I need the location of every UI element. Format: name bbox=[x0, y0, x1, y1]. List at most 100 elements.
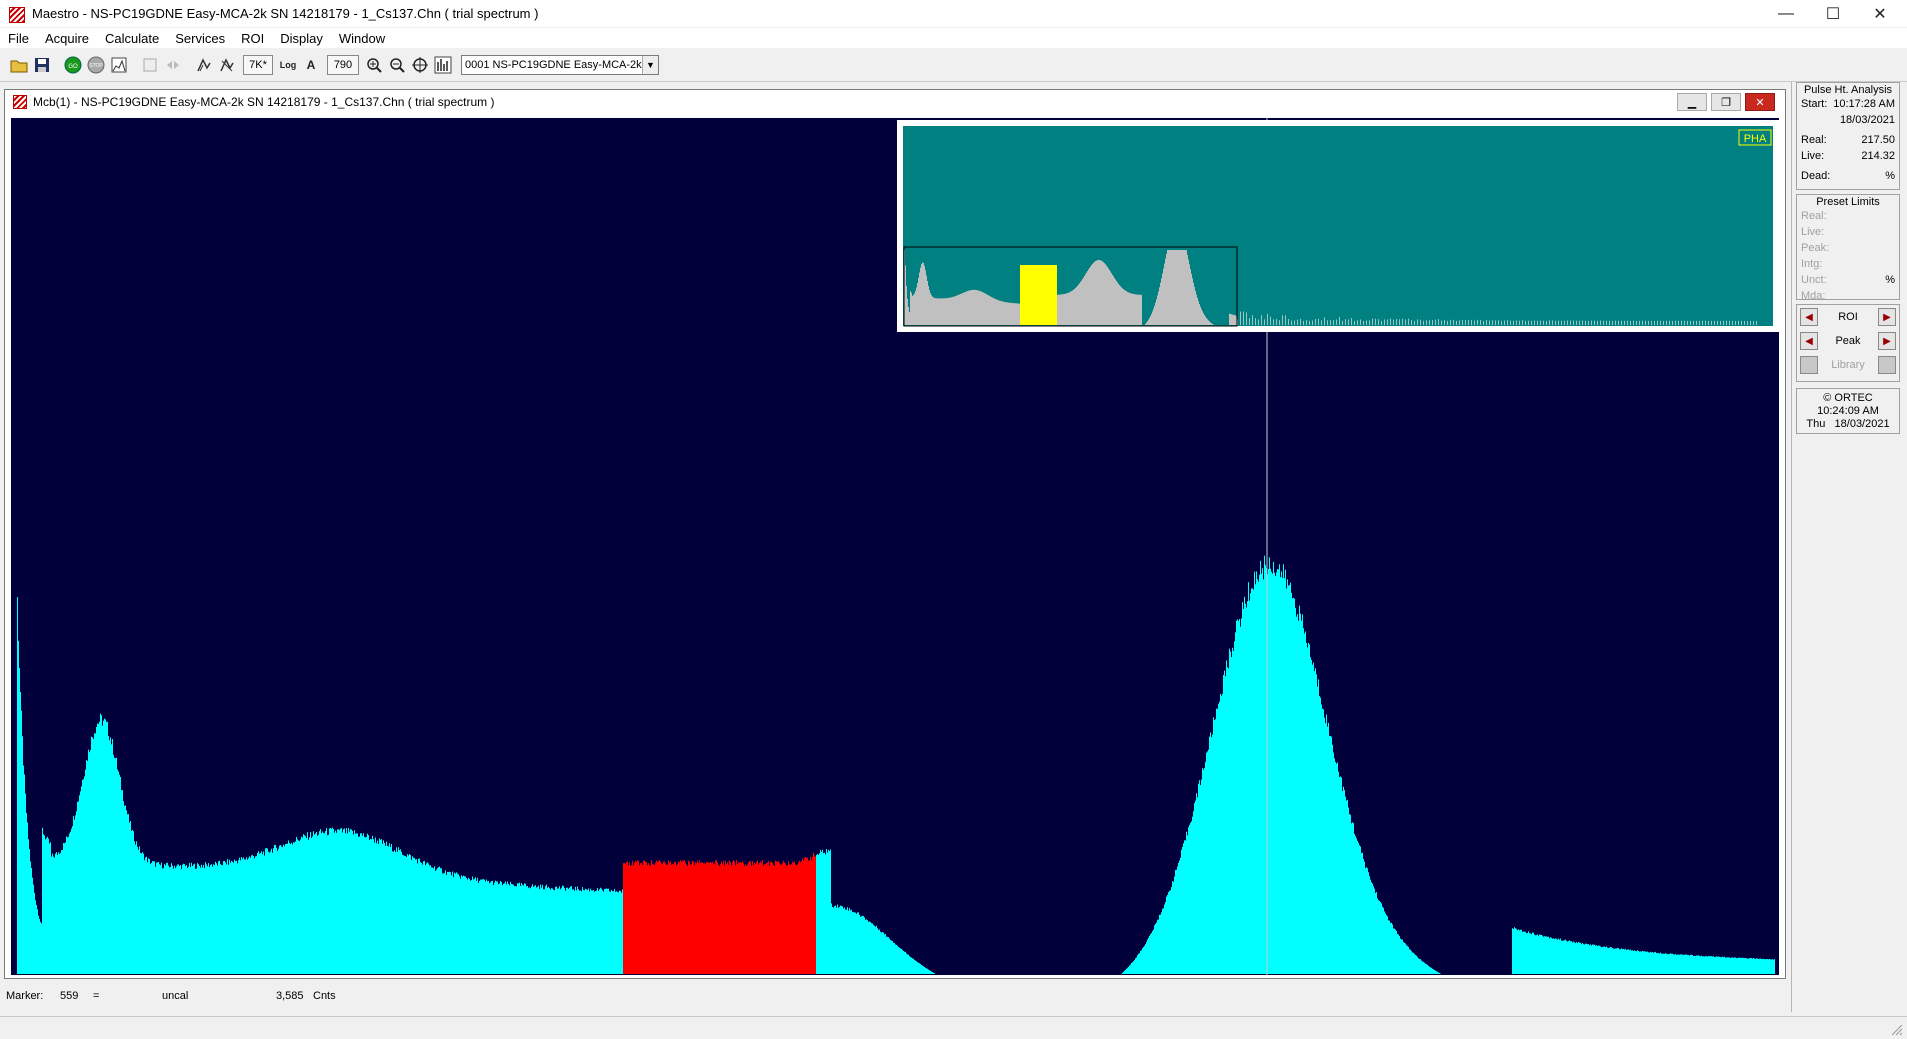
center-icon[interactable] bbox=[409, 54, 431, 76]
spectrum-channel-bar bbox=[1535, 935, 1536, 974]
spectrum-channel-bar bbox=[1764, 959, 1765, 974]
menu-acquire[interactable]: Acquire bbox=[37, 31, 97, 46]
stop-acquisition-icon[interactable]: STOP bbox=[85, 54, 107, 76]
overview-roi-bar bbox=[1025, 265, 1026, 325]
mdi-close-button[interactable]: ✕ bbox=[1745, 93, 1775, 111]
maximize-button[interactable]: ☐ bbox=[1810, 0, 1856, 27]
spectrum-channel-bar bbox=[591, 890, 592, 974]
spectrum-channel-bar bbox=[1249, 600, 1250, 974]
spectrum-channel-bar bbox=[460, 878, 461, 974]
roi-channel-bar bbox=[634, 862, 635, 974]
spectrum-channel-bar bbox=[478, 882, 479, 974]
spectrum-channel-bar bbox=[1563, 940, 1564, 974]
overview-tail-bar bbox=[1588, 320, 1589, 325]
zoom-out-icon[interactable] bbox=[386, 54, 408, 76]
spectrum-channel-bar bbox=[1156, 922, 1157, 974]
peak-prev-icon[interactable]: ◀ bbox=[1800, 332, 1818, 350]
zoom-in-icon[interactable] bbox=[363, 54, 385, 76]
spectrum-channel-bar bbox=[599, 889, 600, 974]
spectrum-channel-bar bbox=[407, 854, 408, 974]
spectrum-channel-bar bbox=[1376, 892, 1377, 974]
spectrum-channel-bar bbox=[412, 856, 413, 974]
minimize-button[interactable]: — bbox=[1763, 0, 1809, 27]
auto-scale-button[interactable]: A bbox=[300, 54, 322, 76]
overview-channel-bar bbox=[909, 312, 910, 325]
menu-calculate[interactable]: Calculate bbox=[97, 31, 167, 46]
horizontal-scale-field[interactable]: 790 bbox=[327, 55, 359, 75]
mdi-minimize-button[interactable]: ▁ bbox=[1677, 93, 1707, 111]
spectrum-channel-bar bbox=[66, 836, 67, 974]
spectrum-channel-bar bbox=[1173, 881, 1174, 974]
fullview-icon[interactable] bbox=[432, 54, 454, 76]
spectrum-channel-bar bbox=[860, 916, 861, 974]
spectrum-plot[interactable]: PHA bbox=[11, 118, 1779, 975]
copy-to-buffer-icon[interactable] bbox=[139, 54, 161, 76]
spectrum-channel-bar bbox=[357, 833, 358, 974]
spectrum-window-icon[interactable] bbox=[13, 95, 27, 109]
spectrum-channel-bar bbox=[1536, 935, 1537, 974]
spectrum-channel-bar bbox=[1315, 668, 1316, 974]
chevron-down-icon[interactable]: ▼ bbox=[642, 56, 658, 74]
spectrum-channel-bar bbox=[1623, 948, 1624, 974]
overview-tail-bar bbox=[1396, 319, 1397, 325]
roi-prev-icon[interactable]: ◀ bbox=[1800, 308, 1818, 326]
swap-buffer-icon[interactable] bbox=[162, 54, 184, 76]
menu-display[interactable]: Display bbox=[272, 31, 331, 46]
vertical-scale-field[interactable]: 7K* bbox=[243, 55, 273, 75]
overview-channel-bar bbox=[964, 292, 965, 325]
roi-channel-bar bbox=[709, 862, 710, 974]
spectrum-channel-bar bbox=[1272, 573, 1273, 974]
overview-channel-bar bbox=[1098, 260, 1099, 325]
spectrum-channel-bar bbox=[907, 954, 908, 974]
spectrum-channel-bar bbox=[508, 883, 509, 974]
spectrum-channel-bar bbox=[263, 851, 264, 974]
menu-services[interactable]: Services bbox=[167, 31, 233, 46]
overview-channel-bar bbox=[1176, 250, 1177, 325]
preset-unct-label: Unct: bbox=[1801, 274, 1827, 286]
spectrum-channel-bar bbox=[384, 842, 385, 974]
log-scale-button[interactable]: Log bbox=[277, 54, 299, 76]
overview-inset[interactable]: PHA bbox=[897, 120, 1779, 332]
roi-next-icon[interactable]: ▶ bbox=[1878, 308, 1896, 326]
start-acquisition-icon[interactable]: GO bbox=[62, 54, 84, 76]
overview-tail-bar bbox=[1327, 320, 1328, 325]
spectrum-channel-bar bbox=[343, 829, 344, 974]
clear-roi-icon[interactable] bbox=[216, 54, 238, 76]
overview-channel-bar bbox=[1154, 305, 1155, 325]
save-icon[interactable] bbox=[31, 54, 53, 76]
mark-roi-icon[interactable] bbox=[193, 54, 215, 76]
spectrum-chart[interactable]: PHA bbox=[11, 118, 1779, 975]
roi-channel-bar bbox=[667, 864, 668, 974]
spectrum-channel-bar bbox=[1343, 786, 1344, 974]
overview-channel-bar bbox=[1232, 314, 1233, 325]
overview-channel-bar bbox=[1195, 290, 1196, 325]
spectrum-channel-bar bbox=[39, 919, 40, 974]
menu-file[interactable]: File bbox=[0, 31, 37, 46]
detector-select[interactable]: 0001 NS-PC19GDNE Easy-MCA-2k ▼ bbox=[461, 55, 659, 75]
menu-window[interactable]: Window bbox=[331, 31, 393, 46]
spectrum-channel-bar bbox=[1311, 659, 1312, 974]
open-file-icon[interactable] bbox=[8, 54, 30, 76]
roi-channel-bar bbox=[656, 860, 657, 974]
overview-channel-bar bbox=[1109, 269, 1110, 325]
close-button[interactable]: ✕ bbox=[1857, 0, 1903, 27]
maestro-app-icon[interactable] bbox=[8, 6, 25, 23]
clear-spectrum-icon[interactable] bbox=[108, 54, 130, 76]
spectrum-channel-bar bbox=[1546, 936, 1547, 974]
spectrum-channel-bar bbox=[283, 844, 284, 974]
spectrum-channel-bar bbox=[290, 844, 291, 974]
title-bar: Maestro - NS-PC19GDNE Easy-MCA-2k SN 142… bbox=[0, 0, 1907, 27]
spectrum-channel-bar bbox=[1594, 944, 1595, 974]
resize-grip-icon[interactable] bbox=[1889, 1022, 1903, 1036]
peak-next-icon[interactable]: ▶ bbox=[1877, 332, 1896, 350]
menu-roi[interactable]: ROI bbox=[233, 31, 272, 46]
spectrum-channel-bar bbox=[169, 867, 170, 974]
spectrum-channel-bar bbox=[531, 886, 532, 974]
overview-channel-bar bbox=[929, 290, 930, 325]
spectrum-channel-bar bbox=[1559, 939, 1560, 974]
mdi-restore-button[interactable]: ❐ bbox=[1711, 93, 1741, 111]
spectrum-channel-bar bbox=[560, 889, 561, 974]
spectrum-channel-bar bbox=[1309, 644, 1310, 974]
spectrum-channel-bar bbox=[1138, 953, 1139, 974]
spectrum-channel-bar bbox=[62, 850, 63, 974]
